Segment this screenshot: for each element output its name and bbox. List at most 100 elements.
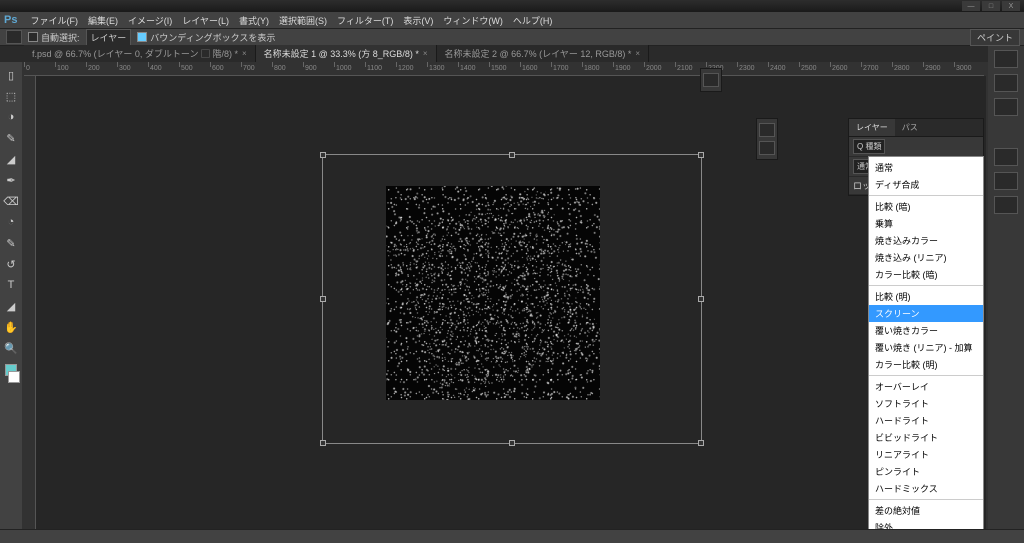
canvas[interactable] (36, 76, 986, 529)
blend-mode-option[interactable]: リニアライト (869, 446, 983, 463)
handle-br[interactable] (698, 440, 704, 446)
ruler-tick: 800 (272, 62, 286, 67)
ruler-tick: 3000 (954, 62, 972, 67)
close-icon[interactable]: × (423, 49, 428, 58)
floating-palette-1[interactable] (700, 68, 722, 92)
menu-layer[interactable]: レイヤー(L) (177, 14, 234, 27)
blend-mode-option[interactable]: 差の絶対値 (869, 502, 983, 519)
blend-mode-option[interactable]: ハードミックス (869, 480, 983, 497)
blend-mode-option[interactable]: カラー比較 (暗) (869, 266, 983, 283)
right-dock (988, 46, 1024, 543)
palette-icon[interactable] (759, 141, 775, 155)
blend-mode-option[interactable]: 比較 (明) (869, 288, 983, 305)
menu-help[interactable]: ヘルプ(H) (508, 14, 558, 27)
handle-bm[interactable] (509, 440, 515, 446)
handle-tm[interactable] (509, 152, 515, 158)
tool-button[interactable]: 🔍 (2, 339, 20, 357)
document-tab[interactable]: f.psd @ 66.7% (レイヤー 0, ダブルトーン ▢ 階/8) * × (24, 45, 256, 62)
tab-paths[interactable]: パス (895, 119, 925, 136)
handle-tr[interactable] (698, 152, 704, 158)
close-icon[interactable]: × (635, 49, 640, 58)
blend-mode-option[interactable]: ハードライト (869, 412, 983, 429)
ruler-tick: 1600 (520, 62, 538, 67)
dock-icon[interactable] (994, 74, 1018, 92)
tool-button[interactable]: ◑ (2, 108, 20, 126)
menu-type[interactable]: 書式(Y) (234, 14, 274, 27)
handle-ml[interactable] (320, 296, 326, 302)
tab-label: 名称未設定 2 @ 66.7% (レイヤー 12, RGB/8) * (445, 47, 632, 60)
kind-filter-row: Q 種類 (849, 137, 983, 157)
tool-button[interactable]: ⌫ (2, 192, 20, 210)
tool-button[interactable]: ✋ (2, 318, 20, 336)
blend-mode-option[interactable]: ディザ合成 (869, 176, 983, 193)
dock-icon[interactable] (994, 98, 1018, 116)
checkbox-icon[interactable] (137, 32, 147, 42)
blend-mode-option[interactable]: スクリーン (869, 305, 983, 322)
menu-edit[interactable]: 編集(E) (83, 14, 123, 27)
document-tab[interactable]: 名称未設定 2 @ 66.7% (レイヤー 12, RGB/8) *× (437, 45, 650, 62)
menu-image[interactable]: イメージ(I) (123, 14, 177, 27)
dock-icon[interactable] (994, 196, 1018, 214)
handle-bl[interactable] (320, 440, 326, 446)
menu-window[interactable]: ウィンドウ(W) (438, 14, 508, 27)
handle-mr[interactable] (698, 296, 704, 302)
menu-file[interactable]: ファイル(F) (25, 14, 83, 27)
blend-mode-option[interactable]: 焼き込みカラー (869, 232, 983, 249)
document-tab[interactable]: 名称未設定 1 @ 33.3% (方 8_RGB/8) *× (256, 45, 437, 62)
blend-mode-option[interactable]: オーバーレイ (869, 378, 983, 395)
dock-icon[interactable] (994, 148, 1018, 166)
tool-button[interactable]: T (2, 276, 20, 294)
move-tool-icon[interactable] (6, 30, 22, 44)
tool-button[interactable]: ↺ (2, 255, 20, 273)
layer-content[interactable] (386, 186, 600, 400)
kind-select[interactable]: Q 種類 (853, 139, 885, 154)
handle-tl[interactable] (320, 152, 326, 158)
tool-button[interactable]: ◔ (2, 213, 20, 231)
menu-select[interactable]: 選択範囲(S) (274, 14, 332, 27)
blend-mode-option[interactable]: 乗算 (869, 215, 983, 232)
blend-mode-option[interactable]: ビビッドライト (869, 429, 983, 446)
maximize-button[interactable]: □ (982, 1, 1000, 11)
blend-mode-option[interactable]: 覆い焼き (リニア) - 加算 (869, 339, 983, 356)
tool-button[interactable]: ✎ (2, 234, 20, 252)
show-bounds-check[interactable]: バウンディングボックスを表示 (137, 31, 275, 44)
blend-mode-option[interactable]: 覆い焼きカラー (869, 322, 983, 339)
blend-mode-option[interactable]: ソフトライト (869, 395, 983, 412)
blend-mode-dropdown[interactable]: 通常ディザ合成比較 (暗)乗算焼き込みカラー焼き込み (リニア)カラー比較 (暗… (868, 156, 984, 536)
close-button[interactable]: X (1002, 1, 1020, 11)
tool-button[interactable]: ◢ (2, 297, 20, 315)
blend-mode-option[interactable]: 比較 (暗) (869, 198, 983, 215)
minimize-button[interactable]: — (962, 1, 980, 11)
ruler-tick: 900 (303, 62, 317, 67)
ruler-tick: 2000 (644, 62, 662, 67)
paint-button[interactable]: ペイント (970, 29, 1020, 46)
tab-label: f.psd @ 66.7% (レイヤー 0, ダブルトーン ▢ 階/8) * (32, 47, 238, 60)
blend-mode-option[interactable]: 焼き込み (リニア) (869, 249, 983, 266)
tool-button[interactable]: ✒ (2, 171, 20, 189)
ruler-tick: 2600 (830, 62, 848, 67)
menu-view[interactable]: 表示(V) (398, 14, 438, 27)
blend-mode-option[interactable]: ピンライト (869, 463, 983, 480)
tool-button[interactable]: ▯ (2, 66, 20, 84)
auto-select-target[interactable]: レイヤー (86, 29, 132, 46)
blend-mode-option[interactable]: カラー比較 (明) (869, 356, 983, 373)
tab-layers[interactable]: レイヤー (849, 119, 895, 136)
background-swatch[interactable] (8, 371, 20, 383)
palette-icon[interactable] (703, 73, 719, 87)
vertical-ruler[interactable] (22, 76, 36, 529)
auto-select-check[interactable]: 自動選択: (28, 31, 80, 44)
ruler-tick: 1300 (427, 62, 445, 67)
menu-filter[interactable]: フィルター(T) (332, 14, 398, 27)
dock-icon[interactable] (994, 172, 1018, 190)
tool-button[interactable]: ◢ (2, 150, 20, 168)
tool-button[interactable]: ⬚ (2, 87, 20, 105)
ruler-tick: 2100 (675, 62, 693, 67)
dock-icon[interactable] (994, 50, 1018, 68)
tool-button[interactable]: ✎ (2, 129, 20, 147)
horizontal-ruler[interactable]: 0100200300400500600700800900100011001200… (24, 62, 984, 76)
close-icon[interactable]: × (242, 49, 247, 58)
palette-icon[interactable] (759, 123, 775, 137)
floating-palette-2[interactable] (756, 118, 778, 160)
checkbox-icon[interactable] (28, 32, 38, 42)
blend-mode-option[interactable]: 通常 (869, 159, 983, 176)
